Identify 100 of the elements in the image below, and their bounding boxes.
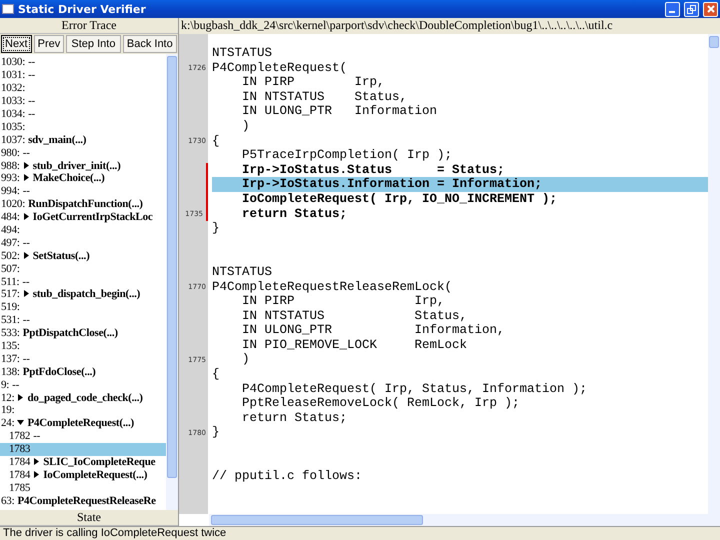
window-icon xyxy=(2,3,14,15)
trace-line-number: 1037: xyxy=(1,134,26,146)
trace-item[interactable]: 19: xyxy=(0,404,166,417)
trace-line-number: 1033: xyxy=(1,95,26,108)
caret-right-icon[interactable] xyxy=(17,394,24,401)
status-bar: The driver is calling IoCompleteRequest twice xyxy=(0,526,720,540)
close-icon xyxy=(706,5,714,13)
trace-button[interactable]: Step Into xyxy=(66,35,121,53)
caret-right-icon[interactable] xyxy=(22,252,30,259)
trace-line-number: 24: xyxy=(1,417,14,430)
trace-item[interactable]: 135: xyxy=(0,340,166,352)
function-call: P4CompleteRequestReleaseRe xyxy=(17,494,156,507)
trace-item[interactable]: 1785 xyxy=(0,481,166,494)
trace-line-number: 507: xyxy=(1,262,20,275)
trace-line-number: 9: xyxy=(1,378,10,391)
code-line: return Status; xyxy=(241,410,348,426)
trace-item[interactable]: 507: xyxy=(0,262,166,276)
code-line: { xyxy=(212,367,221,382)
trace-text: -- xyxy=(28,69,35,82)
close-button[interactable] xyxy=(703,2,718,16)
trace-item[interactable]: 1032: xyxy=(0,82,166,95)
scrollbar[interactable] xyxy=(166,54,178,510)
trace-item[interactable]: 511: -- xyxy=(0,275,166,288)
trace-line-number: 502: xyxy=(1,250,20,262)
trace-item[interactable]: 9: -- xyxy=(0,378,166,392)
trace-item[interactable]: 1037: sdv_main(...) xyxy=(0,133,166,146)
trace-line-number: 533: xyxy=(1,327,20,340)
function-call: stub_driver_init(...) xyxy=(32,160,121,172)
trace-item[interactable]: 980: -- xyxy=(0,146,166,160)
trace-item[interactable]: 502: SetStatus(...) xyxy=(0,249,166,262)
code-line: P5TraceIrpCompletion( Irp ); xyxy=(241,148,454,163)
function-call: SLIC_IoCompleteReque xyxy=(43,456,156,468)
panel-header: Error Trace xyxy=(0,18,178,34)
trace-item[interactable]: 1031: -- xyxy=(0,68,166,82)
trace-item[interactable]: 1782 -- xyxy=(0,430,166,443)
trace-item[interactable]: 63: P4CompleteRequestReleaseRe xyxy=(0,494,166,508)
code-line: NTSTATUS xyxy=(212,46,274,61)
trace-item[interactable]: 138: PptFdoClose(...) xyxy=(0,365,166,378)
trace-line-number: 138: xyxy=(1,366,20,378)
trace-item[interactable]: 137: -- xyxy=(0,352,166,366)
trace-item[interactable]: 484: IoGetCurrentIrpStackLoc xyxy=(0,210,166,224)
trace-item[interactable]: 519: xyxy=(0,300,166,314)
scrollbar[interactable] xyxy=(708,34,720,526)
window-title: Static Driver Verifier xyxy=(18,2,147,16)
trace-item[interactable]: 533: PptDispatchClose(...) xyxy=(0,326,166,340)
trace-item[interactable]: 1784 SLIC_IoCompleteReque xyxy=(0,456,166,468)
trace-line-number: 19: xyxy=(1,404,14,416)
trace-item[interactable]: 994: -- xyxy=(0,184,166,198)
code-line: ) xyxy=(241,352,251,368)
trace-item[interactable]: 1034: -- xyxy=(0,108,166,120)
code-line: Irp->IoStatus.Status = Status; xyxy=(241,162,506,178)
trace-item[interactable]: 988: stub_driver_init(...) xyxy=(0,159,166,172)
trace-item[interactable]: 993: MakeChoice(...) xyxy=(0,172,166,185)
minimize-button[interactable] xyxy=(665,2,680,16)
trace-text: -- xyxy=(22,352,30,365)
trace-item[interactable]: 497: -- xyxy=(0,236,166,250)
trace-line-number: 494: xyxy=(1,224,20,236)
code-line: P4CompleteRequest( Irp, Status, Information ); xyxy=(241,382,588,396)
trace-line-number: 994: xyxy=(1,185,20,198)
function-call: IoGetCurrentIrpStackLoc xyxy=(32,211,153,224)
trace-line-number: 1020: xyxy=(1,198,26,210)
caret-down-icon[interactable] xyxy=(17,419,24,426)
trace-item[interactable]: 1783 xyxy=(0,442,166,456)
caret-right-icon[interactable] xyxy=(22,290,30,298)
function-call: PptDispatchClose(...) xyxy=(22,327,118,340)
trace-item[interactable]: 12: do_paged_code_check(...) xyxy=(0,391,166,404)
function-call: P4CompleteRequest(...) xyxy=(27,417,134,430)
trace-line-number: 980: xyxy=(1,146,20,159)
trace-item[interactable]: 1020: RunDispatchFunction(...) xyxy=(0,198,166,211)
restore-button[interactable] xyxy=(684,2,699,16)
trace-item[interactable]: 531: -- xyxy=(0,314,166,327)
trace-line-number: 1030: xyxy=(1,56,26,68)
function-call: PptFdoClose(...) xyxy=(22,366,96,378)
trace-button[interactable]: Next xyxy=(1,35,32,53)
trace-line-number: 1782 xyxy=(9,430,30,442)
trace-line-number: 1785 xyxy=(9,482,30,494)
trace-item[interactable]: 1030: -- xyxy=(0,56,166,69)
code-line: } xyxy=(212,221,221,236)
caret-right-icon[interactable] xyxy=(22,213,30,220)
trace-line-number: 137: xyxy=(1,352,20,365)
function-call: stub_dispatch_begin(...) xyxy=(32,288,140,300)
code-line: IN PIRP Irp, xyxy=(241,75,386,90)
trace-button[interactable]: Prev xyxy=(34,35,64,53)
trace-text: -- xyxy=(22,146,30,159)
trace-item[interactable]: 24: P4CompleteRequest(...) xyxy=(0,416,166,430)
trace-line-number: 511: xyxy=(1,276,20,288)
trace-item[interactable]: 1033: -- xyxy=(0,94,166,108)
code-line: IN NTSTATUS Status, xyxy=(241,308,468,324)
trace-button[interactable]: Back Into xyxy=(122,35,177,53)
code-line: // pputil.c follows: xyxy=(212,469,364,484)
trace-line-number: 12: xyxy=(1,392,14,404)
trace-text: -- xyxy=(33,430,40,442)
trace-item[interactable]: 494: xyxy=(0,224,166,236)
trace-item[interactable]: 1784 IoCompleteRequest(...) xyxy=(0,468,166,482)
trace-item[interactable]: 517: stub_dispatch_begin(...) xyxy=(0,288,166,301)
trace-text: -- xyxy=(22,185,30,198)
horizontal-scrollbar[interactable] xyxy=(209,514,708,526)
trace-line-number: 63: xyxy=(1,494,14,507)
trace-item[interactable]: 1035: xyxy=(0,120,166,134)
code-line: IN PIRP Irp, xyxy=(241,294,446,309)
